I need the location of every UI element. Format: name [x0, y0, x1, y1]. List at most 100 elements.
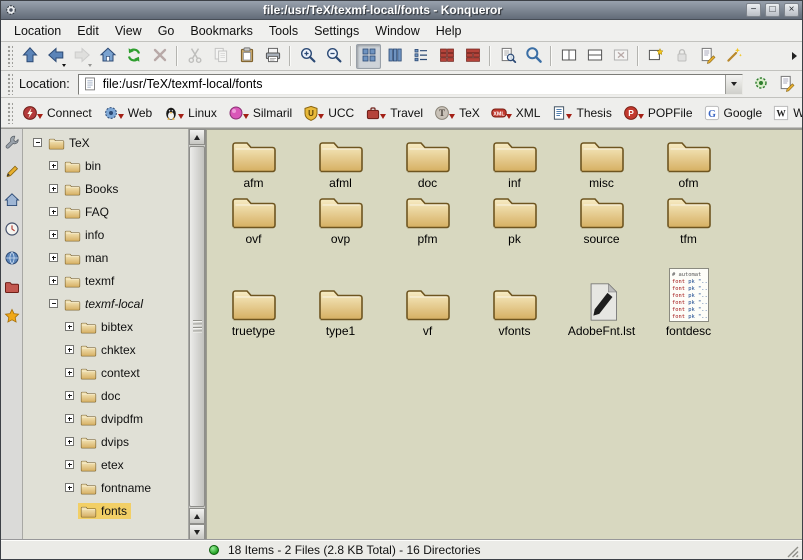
- folder-ovf[interactable]: ovf: [210, 193, 297, 249]
- find-file-button[interactable]: [521, 44, 546, 69]
- menu-location[interactable]: Location: [6, 21, 69, 41]
- tree-expander-plus[interactable]: [65, 322, 74, 331]
- tree-item-dvips[interactable]: dvips: [23, 430, 188, 453]
- sidebar-tab-network[interactable]: [3, 250, 21, 268]
- scroll-up-button-2[interactable]: [189, 508, 205, 524]
- back-button[interactable]: [43, 44, 68, 69]
- copy-button[interactable]: [208, 44, 233, 69]
- tree-item-etex[interactable]: etex: [23, 453, 188, 476]
- bookmark-thesis[interactable]: Thesis: [546, 103, 616, 123]
- bookmark-xml[interactable]: XMLXML: [486, 103, 546, 123]
- sidebar-tab-services[interactable]: [3, 134, 21, 152]
- location-combobox[interactable]: [78, 74, 743, 95]
- location-input[interactable]: [99, 77, 725, 91]
- folder-view[interactable]: afmafmldocinfmiscofmovfovppfmpksourcetfm…: [206, 129, 802, 540]
- preview-button[interactable]: [495, 44, 520, 69]
- close-button[interactable]: ×: [784, 3, 799, 17]
- sidebar-tab-bookmarks[interactable]: [3, 308, 21, 326]
- file-fontdesc[interactable]: # automatfont pk "..font pk "..font pk "…: [645, 249, 732, 341]
- menu-settings[interactable]: Settings: [306, 21, 367, 41]
- folder-tree[interactable]: TeXbinBooksFAQinfomantexmftexmf-localbib…: [23, 129, 188, 540]
- tree-expander-plus[interactable]: [49, 276, 58, 285]
- bookmark-ucc[interactable]: UUCC: [298, 103, 359, 123]
- folder-tfm[interactable]: tfm: [645, 193, 732, 249]
- maximize-button[interactable]: □: [765, 3, 780, 17]
- cut-button[interactable]: [182, 44, 207, 69]
- bookmark-web[interactable]: Web: [98, 103, 157, 123]
- minimize-button[interactable]: −: [746, 3, 761, 17]
- remove-active-view-button[interactable]: [608, 44, 633, 69]
- menu-edit[interactable]: Edit: [69, 21, 107, 41]
- tree-item-faq[interactable]: FAQ: [23, 200, 188, 223]
- split-view-left-right-button[interactable]: [556, 44, 581, 69]
- zoom-in-button[interactable]: [295, 44, 320, 69]
- folder-truetype[interactable]: truetype: [210, 249, 297, 341]
- new-tab-button[interactable]: [643, 44, 668, 69]
- tree-expander-plus[interactable]: [49, 184, 58, 193]
- tree-item-bin[interactable]: bin: [23, 154, 188, 177]
- toolbar-overflow-arrow[interactable]: [789, 46, 799, 66]
- clear-location-button[interactable]: [774, 72, 799, 97]
- tree-expander-plus[interactable]: [65, 414, 74, 423]
- menu-bookmarks[interactable]: Bookmarks: [182, 21, 261, 41]
- tree-expander-plus[interactable]: [65, 391, 74, 400]
- tree-expander-plus[interactable]: [49, 230, 58, 239]
- tree-item-info[interactable]: info: [23, 223, 188, 246]
- tree-expander-minus[interactable]: [49, 299, 58, 308]
- tree-expander-plus[interactable]: [65, 368, 74, 377]
- file-adobefnt-lst[interactable]: AdobeFnt.lst: [558, 249, 645, 341]
- sidebar-tab-root-folder[interactable]: [3, 279, 21, 297]
- bookmark-connect[interactable]: Connect: [17, 103, 97, 123]
- scrollbar-track[interactable]: [189, 145, 205, 508]
- zoom-out-button[interactable]: [321, 44, 346, 69]
- split-view-top-bottom-button[interactable]: [582, 44, 607, 69]
- bookmark-wikipedia[interactable]: WWikipedia: [768, 103, 803, 123]
- stop-button[interactable]: [147, 44, 172, 69]
- tree-expander-plus[interactable]: [65, 437, 74, 446]
- home-button[interactable]: [95, 44, 120, 69]
- toolbar-drag-handle[interactable]: [7, 45, 13, 67]
- folder-ofm[interactable]: ofm: [645, 137, 732, 193]
- folder-ovp[interactable]: ovp: [297, 193, 384, 249]
- multicolumn-view-button[interactable]: [382, 44, 407, 69]
- titlebar[interactable]: file:/usr/TeX/texmf-local/fonts - Konque…: [1, 1, 802, 20]
- folder-pk[interactable]: pk: [471, 193, 558, 249]
- tree-item-dvipdfm[interactable]: dvipdfm: [23, 407, 188, 430]
- menu-tools[interactable]: Tools: [261, 21, 306, 41]
- tree-expander-plus[interactable]: [65, 483, 74, 492]
- forward-button[interactable]: [69, 44, 94, 69]
- tree-expander-plus[interactable]: [65, 345, 74, 354]
- resize-grip[interactable]: [786, 545, 800, 559]
- folder-misc[interactable]: misc: [558, 137, 645, 193]
- lock-view-button[interactable]: [669, 44, 694, 69]
- go-button[interactable]: [748, 72, 773, 97]
- scrollbar-thumb[interactable]: [189, 146, 205, 507]
- bookmarks-toolbar-drag-handle[interactable]: [7, 102, 13, 124]
- tree-item-tex[interactable]: TeX: [23, 131, 188, 154]
- tree-item-bibtex[interactable]: bibtex: [23, 315, 188, 338]
- folder-vf[interactable]: vf: [384, 249, 471, 341]
- tree-expander-plus[interactable]: [49, 253, 58, 262]
- bookmark-tex[interactable]: TTeX: [429, 103, 485, 123]
- tree-scrollbar[interactable]: [188, 129, 205, 540]
- reload-button[interactable]: [121, 44, 146, 69]
- menu-go[interactable]: Go: [150, 21, 183, 41]
- menu-view[interactable]: View: [107, 21, 150, 41]
- folder-vfonts[interactable]: vfonts: [471, 249, 558, 341]
- folder-doc[interactable]: doc: [384, 137, 471, 193]
- bookmark-popfile[interactable]: PPOPFile: [618, 103, 698, 123]
- location-dropdown-arrow[interactable]: [725, 75, 742, 94]
- tree-item-context[interactable]: context: [23, 361, 188, 384]
- sidebar-tab-bookmarks-editor[interactable]: [3, 163, 21, 181]
- bookmark-silmaril[interactable]: Silmaril: [223, 103, 297, 123]
- folder-type1[interactable]: type1: [297, 249, 384, 341]
- scroll-up-button[interactable]: [189, 129, 205, 145]
- folder-afm[interactable]: afm: [210, 137, 297, 193]
- link-view-button[interactable]: [695, 44, 720, 69]
- folder-source[interactable]: source: [558, 193, 645, 249]
- menu-window[interactable]: Window: [367, 21, 427, 41]
- tree-item-fonts[interactable]: fonts: [23, 499, 188, 522]
- fullscreen-button[interactable]: [721, 44, 746, 69]
- tree-item-books[interactable]: Books: [23, 177, 188, 200]
- location-toolbar-drag-handle[interactable]: [7, 73, 13, 95]
